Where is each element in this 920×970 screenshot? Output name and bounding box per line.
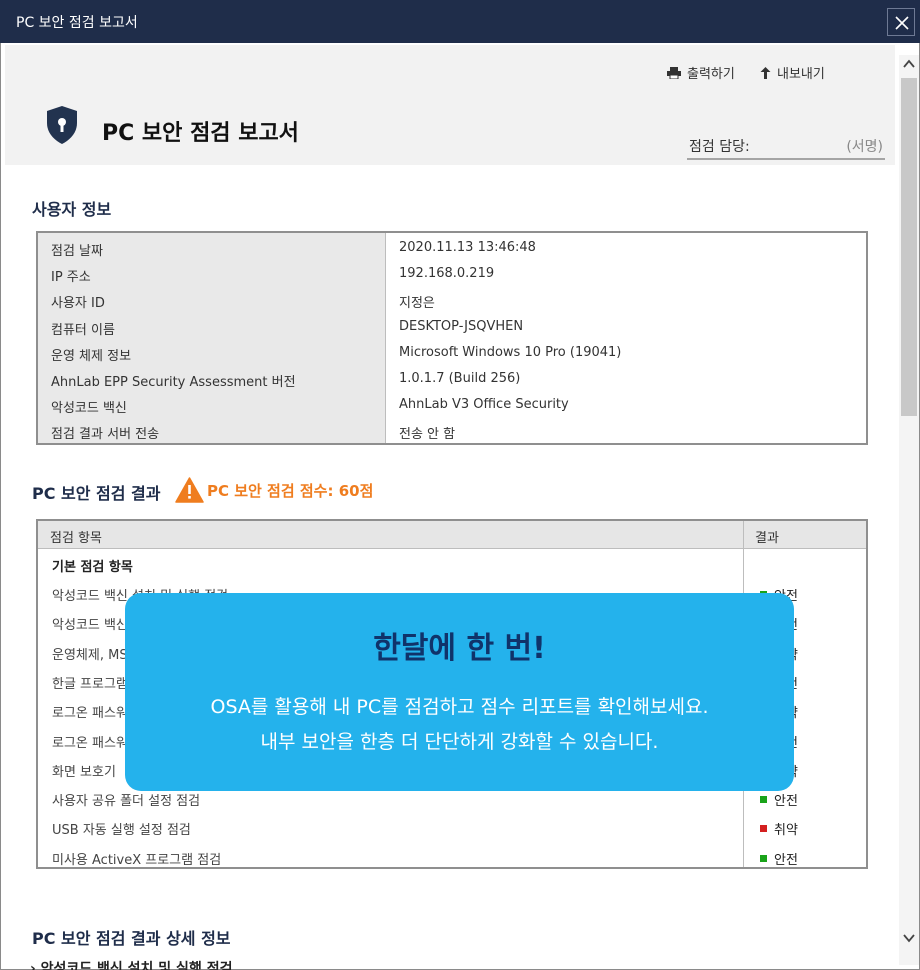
group-label: 기본 점검 항목 (52, 560, 133, 575)
check-item-name: 화면 보호기 (52, 764, 116, 780)
promo-line-1: OSA를 활용해 내 PC를 점검하고 점수 리포트를 확인해보세요. (210, 696, 709, 718)
results-section-title: PC 보안 점검 결과 (32, 484, 161, 503)
status-badge: 안전 (760, 790, 798, 809)
info-label: 악성코드 백신 (51, 401, 127, 417)
info-row: 점검 결과 서버 전송 전송 안 함 (38, 419, 866, 445)
info-value: 지정은 (399, 296, 435, 312)
info-row: AhnLab EPP Security Assessment 버전 1.0.1.7… (38, 367, 866, 393)
table-row: USB 자동 실행 설정 점검 취약 (38, 813, 866, 841)
detail-item[interactable]: › 악성코드 백신 설치 및 실행 점검 (30, 958, 232, 970)
export-label: 내보내기 (777, 67, 825, 82)
signature-placeholder: (서명) (846, 139, 883, 155)
check-item-name: 한글 프로그램 (52, 676, 128, 692)
report-header: 출력하기 내보내기 PC 보안 점검 보고서 점검 담당: (서명) (5, 45, 895, 165)
printer-icon (667, 66, 681, 79)
info-label: 사용자 ID (51, 296, 105, 312)
export-button[interactable]: 내보내기 (760, 63, 825, 82)
info-value: DESKTOP-JSQVHEN (399, 318, 524, 334)
info-row: 점검 날짜 2020.11.13 13:46:48 (38, 236, 866, 262)
check-item-name: 미사용 ActiveX 프로그램 점검 (52, 852, 222, 868)
inspector-label: 점검 담당: (689, 139, 750, 155)
info-row: IP 주소 192.168.0.219 (38, 262, 866, 288)
info-value: Microsoft Windows 10 Pro (19041) (399, 344, 622, 360)
info-value: AhnLab V3 Office Security (399, 397, 569, 413)
user-info-table: 점검 날짜 2020.11.13 13:46:48 IP 주소 192.168.0.2… (36, 231, 868, 445)
check-item-name: 사용자 공유 폴더 설정 점검 (52, 794, 201, 810)
promo-heading: 한달에 한 번! (373, 631, 546, 666)
table-row: 미사용 ActiveX 프로그램 점검 안전 (38, 843, 866, 871)
check-item-name: 운영체제, MS (52, 647, 128, 663)
results-table-header: 점검 항목 결과 (38, 521, 866, 549)
inspector-signature-field: 점검 담당: (서명) (687, 133, 885, 160)
close-button[interactable] (887, 8, 915, 36)
title-bar: PC 보안 점검 보고서 (0, 0, 920, 43)
check-item-name: USB 자동 실행 설정 점검 (52, 823, 191, 839)
details-section-title: PC 보안 점검 결과 상세 정보 (32, 929, 231, 948)
vertical-scrollbar[interactable] (899, 55, 919, 965)
print-button[interactable]: 출력하기 (667, 63, 735, 82)
info-row: 악성코드 백신 AhnLab V3 Office Security (38, 393, 866, 419)
scroll-up-icon[interactable] (903, 59, 915, 69)
status-badge: 안전 (760, 849, 798, 868)
promo-banner[interactable]: 한달에 한 번! OSA를 활용해 내 PC를 점검하고 점수 리포트를 확인해… (125, 593, 794, 791)
status-dot-icon (760, 854, 767, 862)
shield-lock-icon (47, 106, 77, 144)
info-value: 전송 안 함 (399, 427, 456, 443)
promo-line-2: 내부 보안을 한층 더 단단하게 강화할 수 있습니다. (260, 731, 659, 753)
info-value: 192.168.0.219 (399, 266, 495, 282)
user-info-section-title: 사용자 정보 (32, 200, 112, 219)
report-title: PC 보안 점검 보고서 (102, 121, 299, 146)
security-score: PC 보안 점검 점수: 60점 (207, 481, 374, 500)
status-badge: 취약 (760, 819, 798, 838)
info-value: 2020.11.13 13:46:48 (399, 240, 536, 255)
info-label: 컴퓨터 이름 (51, 322, 115, 338)
info-row: 사용자 ID 지정은 (38, 288, 866, 314)
print-label: 출력하기 (687, 67, 735, 82)
status-text: 취약 (774, 823, 798, 839)
info-label: 점검 날짜 (51, 244, 103, 259)
info-label: 운영 체제 정보 (51, 348, 132, 364)
check-item-name: 악성코드 백신 (52, 618, 128, 634)
status-text: 안전 (774, 852, 798, 868)
score-area: PC 보안 점검 점수: 60점 (175, 477, 373, 503)
item-column-header: 점검 항목 (50, 531, 102, 546)
info-label: AhnLab EPP Security Assessment 버전 (51, 375, 296, 390)
info-row: 운영 체제 정보 Microsoft Windows 10 Pro (19041) (38, 341, 866, 367)
status-dot-icon (760, 796, 767, 804)
info-value: 1.0.1.7 (Build 256) (399, 371, 521, 386)
close-icon (895, 16, 909, 30)
scrollbar-thumb[interactable] (901, 78, 917, 416)
result-column-header: 결과 (755, 531, 779, 546)
info-label: IP 주소 (51, 270, 91, 286)
scroll-down-icon[interactable] (903, 933, 915, 943)
info-label: 점검 결과 서버 전송 (51, 427, 160, 443)
warning-icon (175, 477, 204, 503)
status-dot-icon (760, 825, 767, 833)
arrow-up-icon (760, 66, 771, 79)
status-text: 안전 (774, 794, 798, 810)
info-row: 컴퓨터 이름 DESKTOP-JSQVHEN (38, 315, 866, 341)
window-title: PC 보안 점검 보고서 (16, 15, 138, 31)
